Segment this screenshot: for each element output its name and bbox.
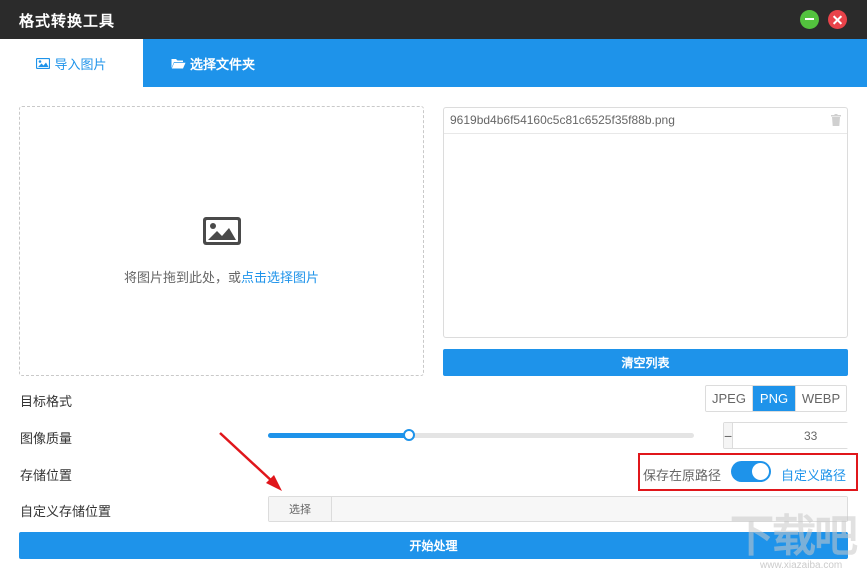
start-processing-button[interactable]: 开始处理	[19, 532, 848, 559]
custom-save-location-label: 自定义存储位置	[20, 504, 112, 519]
clear-list-button[interactable]: 清空列表	[443, 349, 848, 376]
format-selector: JPEG PNG WEBP	[705, 385, 847, 412]
close-button[interactable]	[828, 10, 847, 29]
tab-select-folder[interactable]: 选择文件夹	[143, 39, 283, 87]
custom-path-label: 自定义路径	[781, 468, 847, 483]
image-drop-zone[interactable]: 将图片拖到此处，或点击选择图片	[19, 106, 424, 376]
arrow-annotation-icon	[219, 432, 282, 491]
image-quality-label: 图像质量	[20, 431, 73, 446]
tab-import-label: 导入图片	[54, 56, 107, 72]
format-png-button[interactable]: PNG	[753, 386, 796, 411]
watermark-logo: 下载吧 www.xiazaiba.com	[730, 500, 867, 578]
tab-import-images[interactable]: 导入图片	[0, 39, 143, 87]
choose-folder-button[interactable]: 选择	[269, 497, 332, 521]
folder-open-icon	[171, 58, 186, 68]
select-image-link[interactable]: 点击选择图片	[241, 270, 319, 285]
drop-hint-text: 将图片拖到此处，或	[123, 270, 241, 285]
list-item[interactable]: 9619bd4b6f54160c5c81c6525f35f88b.png	[444, 108, 847, 134]
trash-icon[interactable]	[831, 114, 841, 126]
format-webp-button[interactable]: WEBP	[796, 386, 846, 411]
tab-folder-label: 选择文件夹	[189, 56, 255, 72]
watermark-url: www.xiazaiba.com	[760, 560, 843, 571]
quality-slider-handle[interactable]	[402, 429, 415, 441]
save-original-path-label: 保存在原路径	[643, 468, 722, 483]
quality-slider[interactable]	[268, 429, 694, 441]
watermark-text: 下载吧	[730, 511, 858, 562]
toggle-knob	[752, 463, 769, 480]
image-icon	[203, 217, 241, 245]
target-format-label: 目标格式	[20, 394, 73, 409]
tab-bar: 导入图片 选择文件夹	[0, 39, 867, 87]
save-location-label: 存储位置	[20, 468, 73, 483]
app-title: 格式转换工具	[19, 13, 116, 30]
file-list: 9619bd4b6f54160c5c81c6525f35f88b.png	[443, 107, 848, 338]
drop-hint: 将图片拖到此处，或点击选择图片	[20, 267, 423, 286]
custom-path-toggle[interactable]	[731, 461, 771, 482]
quality-decrement-button[interactable]: −	[724, 423, 734, 448]
title-bar: 格式转换工具	[0, 0, 867, 39]
file-name: 9619bd4b6f54160c5c81c6525f35f88b.png	[450, 113, 675, 127]
quality-input[interactable]	[733, 423, 867, 448]
quality-stepper: − +	[723, 422, 867, 449]
image-icon	[36, 57, 51, 69]
format-jpeg-button[interactable]: JPEG	[706, 386, 753, 411]
minimize-button[interactable]	[800, 10, 819, 29]
